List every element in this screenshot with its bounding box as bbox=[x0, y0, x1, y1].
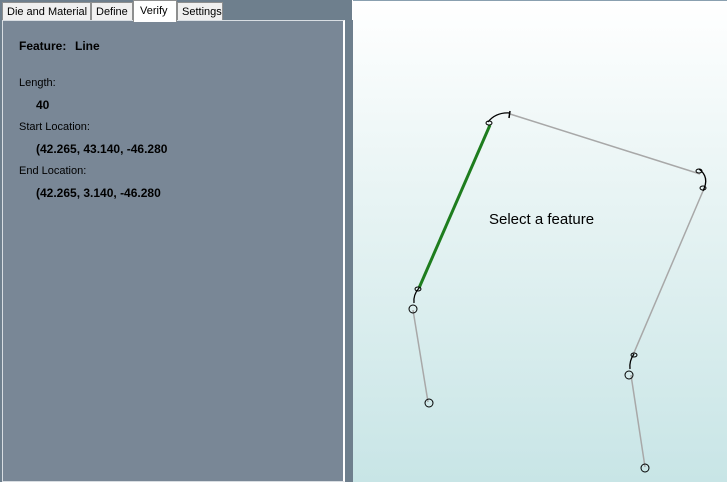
tab-die-and-material[interactable]: Die and Material bbox=[2, 2, 91, 21]
end-location-value: (42.265, 3.140, -46.280 bbox=[36, 186, 161, 200]
bend-marker bbox=[699, 185, 707, 191]
feature-label: Feature: bbox=[19, 39, 67, 53]
left-panel: Die and Material Define Settings Verify … bbox=[0, 0, 352, 482]
bend-marker bbox=[508, 110, 511, 119]
feature-value: Line bbox=[75, 39, 100, 53]
endpoint-circle[interactable] bbox=[424, 398, 434, 408]
length-value: 40 bbox=[36, 98, 50, 112]
bend-arc-left[interactable] bbox=[413, 287, 420, 304]
feature-canvas[interactable] bbox=[353, 1, 727, 482]
tab-verify[interactable]: Verify bbox=[133, 0, 177, 22]
end-location-label: End Location: bbox=[19, 165, 87, 177]
tab-strip: Die and Material Define Settings Verify bbox=[0, 0, 352, 22]
selected-feature-line[interactable] bbox=[417, 124, 492, 289]
bend-arc-top-left[interactable] bbox=[487, 112, 511, 123]
select-feature-prompt: Select a feature bbox=[489, 211, 595, 228]
length-label: Length: bbox=[19, 77, 56, 89]
panel-splitter[interactable] bbox=[345, 20, 353, 482]
start-location-label: Start Location: bbox=[19, 121, 90, 133]
feature-line-top[interactable] bbox=[509, 113, 701, 175]
feature-line-right[interactable] bbox=[632, 190, 704, 356]
feature-line-left-lower[interactable] bbox=[412, 309, 429, 403]
endpoint-circle[interactable] bbox=[624, 370, 634, 380]
tab-define[interactable]: Define bbox=[91, 2, 133, 21]
verify-panel: Feature: Line Length: 40 Start Location:… bbox=[2, 20, 345, 482]
start-location-value: (42.265, 43.140, -46.280 bbox=[36, 142, 168, 156]
3d-viewport[interactable]: Select a feature bbox=[353, 0, 727, 482]
tab-settings[interactable]: Settings bbox=[177, 2, 223, 21]
feature-line-right-lower[interactable] bbox=[630, 374, 646, 468]
